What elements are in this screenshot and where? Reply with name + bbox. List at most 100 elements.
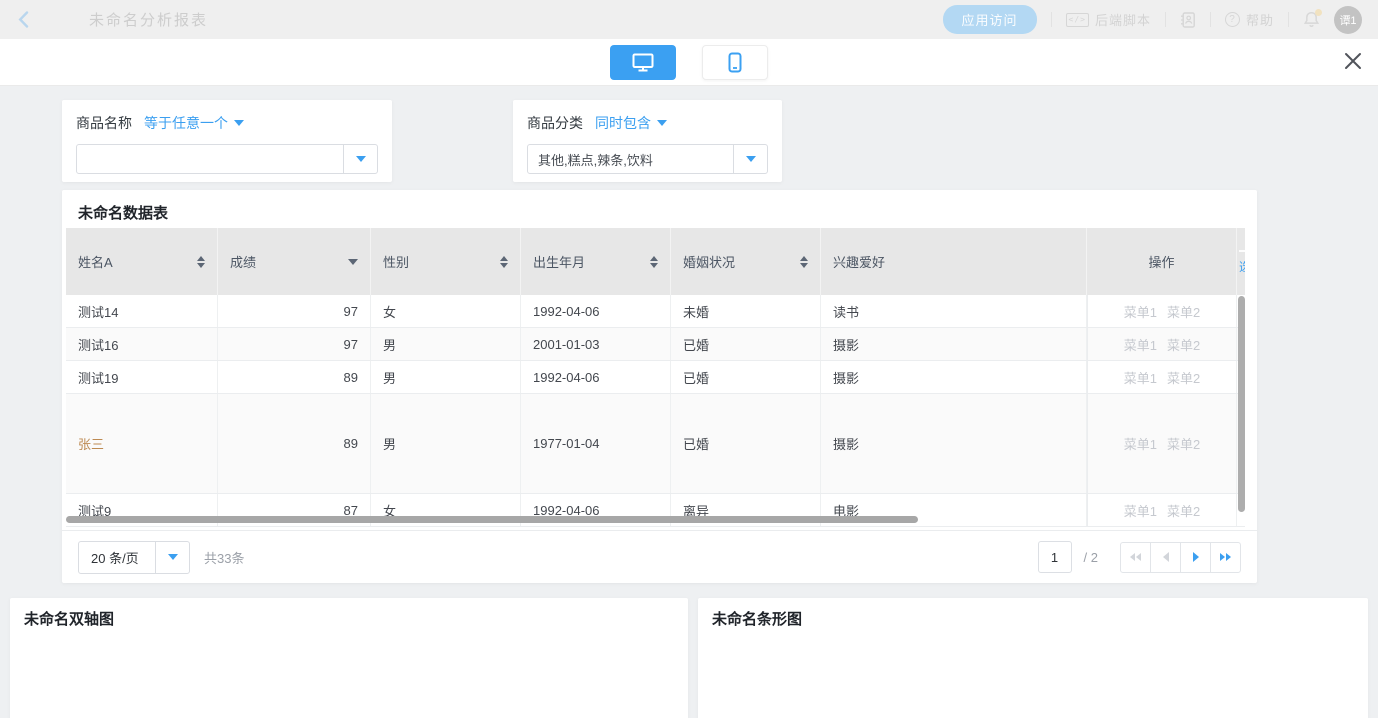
table-row: 测试1697男2001-01-03已婚摄影菜单1菜单2 — [66, 328, 1245, 361]
notifications-button[interactable] — [1303, 11, 1320, 28]
action-link[interactable]: 菜单1 — [1124, 335, 1157, 354]
filter-value-input[interactable] — [528, 145, 733, 173]
mobile-view-toggle[interactable] — [702, 45, 768, 80]
sort-icon[interactable] — [492, 256, 508, 268]
table-cell: 测试16 — [66, 328, 218, 360]
table-cell: 张三 — [66, 394, 218, 493]
horizontal-scrollbar[interactable] — [66, 516, 918, 523]
panel-title: 未命名双轴图 — [24, 608, 114, 629]
last-page-button[interactable] — [1210, 542, 1241, 573]
page-number-input[interactable] — [1038, 541, 1072, 573]
report-editor-page: 未命名分析报表 应用访问 </> 后端脚本 ? 帮助 — [0, 0, 1378, 718]
preview-toolbar — [0, 39, 1378, 86]
table-cell: 女 — [371, 295, 521, 327]
table-row: 测试1497女1992-04-06未婚读书菜单1菜单2 — [66, 295, 1245, 328]
column-header[interactable]: 成绩 — [218, 228, 371, 295]
table-cell: 读书 — [821, 295, 1087, 327]
next-page-button[interactable] — [1180, 542, 1211, 573]
sort-icon[interactable] — [189, 256, 205, 268]
actions-cell: 菜单1 菜单2 — [1087, 394, 1237, 493]
action-link[interactable]: 菜单1 — [1124, 501, 1157, 520]
action-link[interactable]: 菜单2 — [1167, 434, 1200, 453]
caret-down-icon — [168, 554, 178, 560]
divider — [1288, 12, 1289, 27]
action-link[interactable]: 菜单2 — [1167, 335, 1200, 354]
table-cell: 已婚 — [671, 361, 821, 393]
table-cell: 89 — [218, 361, 371, 393]
chevron-left-icon — [18, 11, 29, 28]
first-page-button[interactable] — [1120, 542, 1151, 573]
table-cell: 1992-04-06 — [521, 361, 671, 393]
filter-label: 商品名称 — [76, 113, 132, 133]
sort-icon[interactable] — [792, 256, 808, 268]
select-caret-button[interactable] — [343, 145, 377, 173]
column-header[interactable]: 婚姻状况 — [671, 228, 821, 295]
sort-desc-icon[interactable] — [340, 259, 358, 265]
back-button[interactable] — [18, 11, 29, 28]
report-title: 未命名分析报表 — [89, 9, 208, 30]
column-header[interactable]: 姓名A — [66, 228, 218, 295]
data-table-card: 未命名数据表 姓名A成绩性别出生年月婚姻状况兴趣爱好操作选 测试1497女 199… — [62, 190, 1257, 583]
filter-operator-dropdown[interactable]: 等于任意一个 — [144, 113, 244, 133]
caret-down-icon — [657, 120, 667, 126]
panel-title: 未命名条形图 — [712, 608, 802, 629]
sort-icon[interactable] — [642, 256, 658, 268]
actions-cell: 菜单1 菜单2 — [1087, 328, 1237, 360]
table-row: 测试1989男1992-04-06已婚摄影菜单1菜单2 — [66, 361, 1245, 394]
total-pages-label: / 2 — [1084, 550, 1098, 565]
pager-buttons — [1120, 542, 1241, 573]
action-link[interactable]: 菜单2 — [1167, 302, 1200, 321]
select-caret-button[interactable] — [733, 145, 767, 173]
table-cell: 男 — [371, 394, 521, 493]
table-header-row: 姓名A成绩性别出生年月婚姻状况兴趣爱好操作选 — [66, 228, 1245, 295]
action-link[interactable]: 菜单1 — [1124, 368, 1157, 387]
double-left-icon — [1130, 553, 1135, 561]
prev-page-button[interactable] — [1150, 542, 1181, 573]
avatar[interactable]: 谭1 — [1334, 6, 1362, 34]
pagination-bar: 20 条/页 共33条 / 2 — [62, 530, 1257, 583]
table-cell: 摄影 — [821, 328, 1087, 360]
column-header[interactable]: 兴趣爱好 — [821, 228, 1087, 295]
contacts-button[interactable] — [1180, 12, 1196, 28]
action-link[interactable]: 菜单2 — [1167, 368, 1200, 387]
filter-operator-dropdown[interactable]: 同时包含 — [595, 113, 667, 133]
filter-value-select[interactable] — [76, 144, 378, 174]
close-icon — [1344, 52, 1362, 70]
action-link[interactable]: 菜单2 — [1167, 501, 1200, 520]
backend-script-button[interactable]: </> 后端脚本 — [1066, 10, 1151, 29]
caret-down-icon — [234, 120, 244, 126]
clipped-column-edge: 选 — [1237, 228, 1245, 295]
desktop-view-toggle[interactable] — [610, 45, 676, 80]
table-cell: 2001-01-03 — [521, 328, 671, 360]
table-cell: 测试14 — [66, 295, 218, 327]
action-link[interactable]: 菜单1 — [1124, 302, 1157, 321]
help-button[interactable]: ? 帮助 — [1225, 10, 1274, 29]
divider — [1051, 12, 1052, 27]
record-link[interactable]: 张三 — [78, 434, 104, 453]
column-header[interactable]: 操作 — [1087, 228, 1237, 295]
action-link[interactable]: 菜单1 — [1124, 434, 1157, 453]
table-cell: 测试19 — [66, 361, 218, 393]
filter-value-select[interactable] — [527, 144, 768, 174]
vertical-scrollbar[interactable] — [1238, 296, 1245, 512]
table-cell: 摄影 — [821, 394, 1087, 493]
table-cell: 1977-01-04 — [521, 394, 671, 493]
table-cell: 未婚 — [671, 295, 821, 327]
contacts-icon — [1180, 12, 1196, 28]
app-access-button[interactable]: 应用访问 — [943, 5, 1037, 34]
column-header[interactable]: 性别 — [371, 228, 521, 295]
phone-icon — [728, 52, 742, 73]
question-icon: ? — [1225, 12, 1240, 27]
table-cell: 97 — [218, 328, 371, 360]
table-cell: 已婚 — [671, 394, 821, 493]
code-icon: </> — [1066, 13, 1089, 27]
notification-badge — [1315, 9, 1322, 16]
table-title: 未命名数据表 — [78, 202, 168, 223]
page-size-select[interactable]: 20 条/页 — [78, 541, 190, 574]
actions-cell: 菜单1 菜单2 — [1087, 361, 1237, 393]
actions-cell: 菜单1 菜单2 — [1087, 295, 1237, 327]
close-button[interactable] — [1344, 52, 1362, 75]
filter-value-input[interactable] — [77, 145, 343, 173]
column-header[interactable]: 出生年月 — [521, 228, 671, 295]
select-caret-button[interactable] — [155, 542, 189, 573]
